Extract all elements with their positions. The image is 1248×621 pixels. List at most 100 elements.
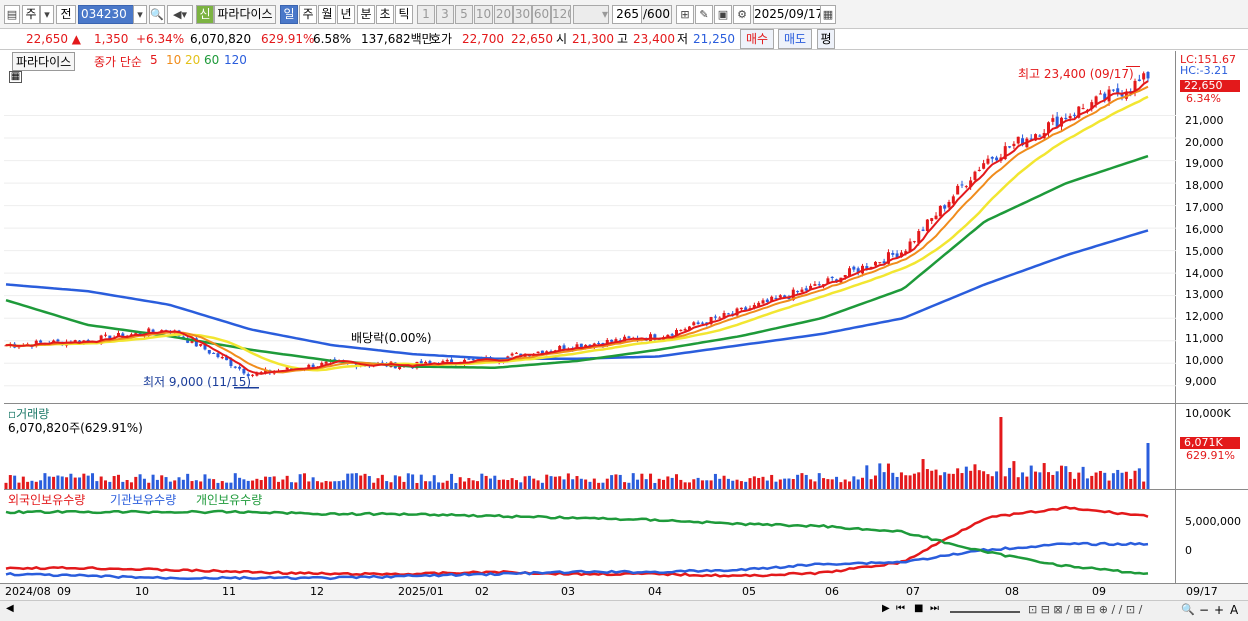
interval-3[interactable]: 3 (436, 5, 454, 24)
volume-bar (480, 473, 484, 489)
zoom-slider[interactable] (950, 605, 1020, 613)
price-chart-panel[interactable] (4, 51, 1176, 403)
period-week[interactable]: 주 (299, 5, 317, 24)
period-second[interactable]: 초 (376, 5, 394, 24)
volume-bar (804, 474, 808, 489)
period-minute[interactable]: 분 (357, 5, 375, 24)
volume-bar (432, 475, 436, 489)
sell-button[interactable]: 매도 (778, 29, 812, 49)
x-tick: 12 (310, 585, 324, 598)
candle-body (934, 215, 938, 220)
custom-interval-select[interactable]: ▾ (573, 5, 609, 24)
ma60-label: 60 (204, 53, 220, 67)
volume-bar (761, 476, 765, 489)
volume-bar (1133, 470, 1137, 489)
y-tick: 14,000 (1185, 267, 1224, 280)
code-dropdown-icon[interactable]: ▾ (133, 5, 147, 24)
volume-bar (938, 475, 942, 489)
window-menu-icon[interactable]: ▤ (4, 5, 20, 24)
search-icon[interactable]: 🔍 (149, 5, 165, 24)
market-type-select[interactable]: 주 (22, 5, 40, 24)
volume-bar (774, 481, 778, 489)
zoom-out-icon[interactable]: − (1199, 603, 1209, 617)
volume-bar (917, 472, 921, 489)
volume-bar (878, 463, 882, 489)
interval-1[interactable]: 1 (417, 5, 435, 24)
calendar-icon[interactable]: ▦ (820, 5, 836, 24)
holder-panel[interactable] (4, 490, 1176, 583)
count-input[interactable]: 265 (612, 5, 642, 24)
volume-bar (943, 472, 947, 489)
hc-label: HC:-3.21 (1180, 64, 1229, 77)
interval-10[interactable]: 10 (474, 5, 493, 24)
first-icon[interactable]: ⏮ (896, 603, 905, 614)
interval-120[interactable]: 120 (551, 5, 571, 24)
volume-bar (692, 479, 696, 489)
scroll-right-icon[interactable]: ▶ (882, 603, 890, 614)
candle-body (713, 316, 717, 318)
volume-bar (787, 478, 791, 489)
period-day[interactable]: 일 (280, 5, 298, 24)
price-panel-name[interactable]: 파라다이스 (12, 52, 76, 71)
turnover: 6.58% (313, 32, 352, 46)
volume-panel[interactable] (4, 404, 1176, 489)
prev-button[interactable]: 전 (56, 5, 76, 24)
save-icon[interactable]: ▣ (714, 5, 732, 24)
new-listing-badge[interactable]: 신 (196, 5, 214, 24)
candle-body (930, 218, 934, 222)
period-month[interactable]: 월 (318, 5, 336, 24)
last-icon[interactable]: ⏭ (930, 603, 939, 614)
volume-bar (445, 480, 449, 489)
font-size-icon[interactable]: A (1230, 603, 1238, 617)
buy-button[interactable]: 매수 (740, 29, 774, 49)
zoom-icon[interactable]: 🔍 (1181, 603, 1195, 616)
period-tick[interactable]: 틱 (395, 5, 413, 24)
stop-icon[interactable]: ■ (914, 603, 923, 614)
chevron-down-icon[interactable]: ▾ (40, 5, 54, 24)
interval-20[interactable]: 20 (494, 5, 513, 24)
candle-icon[interactable]: ⊞ (676, 5, 694, 24)
volume-bar (752, 476, 756, 489)
scroll-left-icon[interactable]: ◀ (6, 603, 14, 614)
period-year[interactable]: 년 (337, 5, 355, 24)
volume-bar (566, 473, 570, 489)
scroll-bar[interactable]: ◀ ▶ ⏮ ■ ⏭ ⊡ ⊟ ⊠ ∕ ⊞ ⊟ ⊕ ∕ ∕ ⊡ ∕ 🔍 − + A (0, 600, 1248, 621)
tool-icon[interactable]: ✎ (695, 5, 713, 24)
gear-icon[interactable]: ⚙ (733, 5, 751, 24)
volume-bar (709, 480, 713, 489)
eval-button[interactable]: 평 (817, 29, 835, 49)
stock-code-input[interactable]: 034230 (78, 5, 134, 24)
interval-30[interactable]: 30 (513, 5, 532, 24)
price-chart[interactable] (4, 51, 1176, 403)
interval-60[interactable]: 60 (532, 5, 551, 24)
holder-chart[interactable] (4, 490, 1176, 583)
interval-5[interactable]: 5 (455, 5, 473, 24)
volume-bar (1116, 469, 1120, 489)
volume-bar (631, 473, 635, 489)
volume-bar (973, 464, 977, 489)
volume-bar (21, 476, 25, 489)
volume-chart[interactable] (4, 404, 1176, 489)
date-input[interactable]: 2025/09/17 (753, 5, 821, 24)
volume-bar (982, 471, 986, 489)
high-note: 최고 23,400 (09/17) (1018, 67, 1134, 81)
drawing-tools-icon[interactable]: ⊡ ⊟ ⊠ ∕ ⊞ ⊟ ⊕ ∕ ∕ ⊡ ∕ (1028, 603, 1142, 616)
candle-body (852, 266, 856, 270)
volume-bar (640, 473, 644, 489)
volume-bar (95, 481, 99, 489)
volume-bar (411, 474, 415, 489)
zoom-in-icon[interactable]: + (1214, 603, 1224, 617)
volume-bar (285, 475, 289, 489)
volume-bar (268, 476, 272, 489)
grid-icon[interactable]: ▦ (9, 71, 22, 83)
volume-bar (1081, 466, 1085, 489)
speaker-icon[interactable]: ◀▾ (167, 5, 193, 24)
volume-bar (956, 468, 960, 489)
volume-bar (891, 472, 895, 489)
candle-body (726, 313, 730, 315)
volume-bar (497, 479, 501, 489)
candle-body (960, 184, 964, 186)
candle-body (445, 360, 449, 362)
volume-bar (995, 471, 999, 489)
ask: 22,700 (462, 32, 504, 46)
